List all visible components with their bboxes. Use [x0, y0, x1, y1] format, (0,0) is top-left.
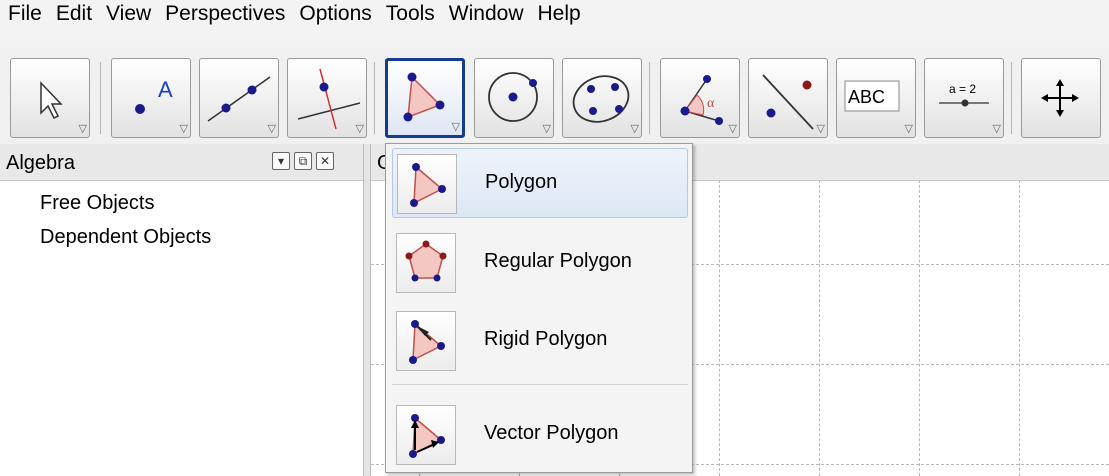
- chevron-down-icon: ▽: [267, 123, 276, 135]
- toolbar: ▽ A ▽ ▽ ▽ ▽ ▽ ▽ α ▽ ▽ ABC ▽ a = 2 ▽: [0, 48, 1109, 144]
- dropdown-item-label: Regular Polygon: [484, 250, 632, 272]
- dropdown-item-label: Rigid Polygon: [484, 328, 608, 350]
- menu-tools[interactable]: Tools: [380, 0, 441, 38]
- line-tool-button[interactable]: ▽: [199, 58, 279, 138]
- algebra-header: Algebra ▾ ⧉ ✕: [0, 144, 363, 181]
- chevron-down-icon: ▽: [451, 121, 460, 133]
- slider-tool-label: a = 2: [949, 82, 976, 96]
- dropdown-item-label: Polygon: [485, 171, 558, 193]
- grid-line: [1019, 180, 1020, 476]
- line-through-two-points-icon: [207, 76, 271, 122]
- toolbar-separator: [649, 62, 650, 134]
- dropdown-separator: [392, 384, 688, 385]
- arrow-cursor-icon: [40, 81, 63, 120]
- move-graphics-tool-button[interactable]: [1021, 58, 1101, 138]
- polygon-tools-dropdown: Polygon Regular Polygon Rigid Polygon Ve…: [385, 143, 693, 473]
- grid-line: [919, 180, 920, 476]
- menu-window[interactable]: Window: [443, 0, 530, 38]
- toolbar-separator: [1011, 62, 1012, 134]
- perpendicular-line-tool-button[interactable]: ▽: [287, 58, 367, 138]
- toolbar-separator: [374, 62, 375, 134]
- chevron-down-icon: ▽: [179, 123, 188, 135]
- menu-options[interactable]: Options: [293, 0, 377, 38]
- chevron-down-icon: ▽: [78, 123, 87, 135]
- menu-file[interactable]: File: [0, 0, 48, 38]
- dropdown-item-polygon[interactable]: Polygon: [392, 148, 688, 218]
- slider-tool-button[interactable]: a = 2 ▽: [924, 58, 1004, 138]
- algebra-title: Algebra: [6, 152, 75, 174]
- circle-tool-button[interactable]: ▽: [474, 58, 554, 138]
- algebra-view: Algebra ▾ ⧉ ✕ Free Objects Dependent Obj…: [0, 144, 363, 476]
- move-tool-button[interactable]: ▽: [10, 58, 90, 138]
- svg-text:α: α: [707, 96, 715, 111]
- close-icon[interactable]: ✕: [316, 152, 334, 170]
- menu-view[interactable]: View: [100, 0, 157, 38]
- circle-center-point-icon: [488, 72, 538, 122]
- conic-five-points-icon: [572, 75, 630, 123]
- menu-help[interactable]: Help: [532, 0, 587, 38]
- chevron-down-icon: ▽: [630, 123, 639, 135]
- slider-icon: a = 2: [939, 82, 989, 107]
- dependent-objects-node[interactable]: Dependent Objects: [40, 226, 211, 249]
- text-tool-button[interactable]: ABC ▽: [836, 58, 916, 138]
- panel-menu-icon[interactable]: ▾: [272, 152, 290, 170]
- grid-line: [719, 180, 720, 476]
- chevron-down-icon: ▽: [728, 123, 737, 135]
- reflect-about-line-icon: [762, 74, 814, 130]
- free-objects-node[interactable]: Free Objects: [40, 192, 154, 215]
- undock-icon[interactable]: ⧉: [294, 152, 312, 170]
- grid-line: [819, 180, 820, 476]
- chevron-down-icon: ▽: [542, 123, 551, 135]
- reflect-tool-button[interactable]: ▽: [748, 58, 828, 138]
- text-tool-label: ABC: [848, 87, 885, 107]
- chevron-down-icon: ▽: [904, 123, 913, 135]
- vector-polygon-icon: [396, 405, 456, 465]
- chevron-down-icon: ▽: [992, 123, 1001, 135]
- polygon-icon: [397, 154, 457, 214]
- chevron-down-icon: ▽: [816, 123, 825, 135]
- angle-alpha-icon: α: [680, 75, 723, 125]
- point-tool-button[interactable]: A ▽: [111, 58, 191, 138]
- rigid-polygon-icon: [396, 311, 456, 371]
- svg-text:A: A: [158, 77, 173, 102]
- dropdown-item-vector-polygon[interactable]: Vector Polygon: [392, 400, 688, 470]
- menu-perspectives[interactable]: Perspectives: [159, 0, 291, 38]
- perpendicular-line-icon: [297, 68, 361, 130]
- conic-tool-button[interactable]: ▽: [562, 58, 642, 138]
- angle-tool-button[interactable]: α ▽: [660, 58, 740, 138]
- dropdown-item-regular-polygon[interactable]: Regular Polygon: [392, 228, 688, 298]
- text-ABC-icon: ABC: [844, 80, 900, 112]
- regular-polygon-icon: [396, 233, 456, 293]
- point-A-icon: A: [135, 77, 173, 114]
- menu-edit[interactable]: Edit: [50, 0, 98, 38]
- move-cross-arrows-icon: [1041, 79, 1079, 117]
- menu-bar: File Edit View Perspectives Options Tool…: [0, 0, 1109, 48]
- polygon-tool-button[interactable]: ▽: [385, 58, 465, 138]
- dropdown-item-label: Vector Polygon: [484, 422, 619, 444]
- toolbar-separator: [100, 62, 101, 134]
- dropdown-item-rigid-polygon[interactable]: Rigid Polygon: [392, 306, 688, 376]
- chevron-down-icon: ▽: [355, 123, 364, 135]
- panel-splitter[interactable]: [363, 144, 371, 476]
